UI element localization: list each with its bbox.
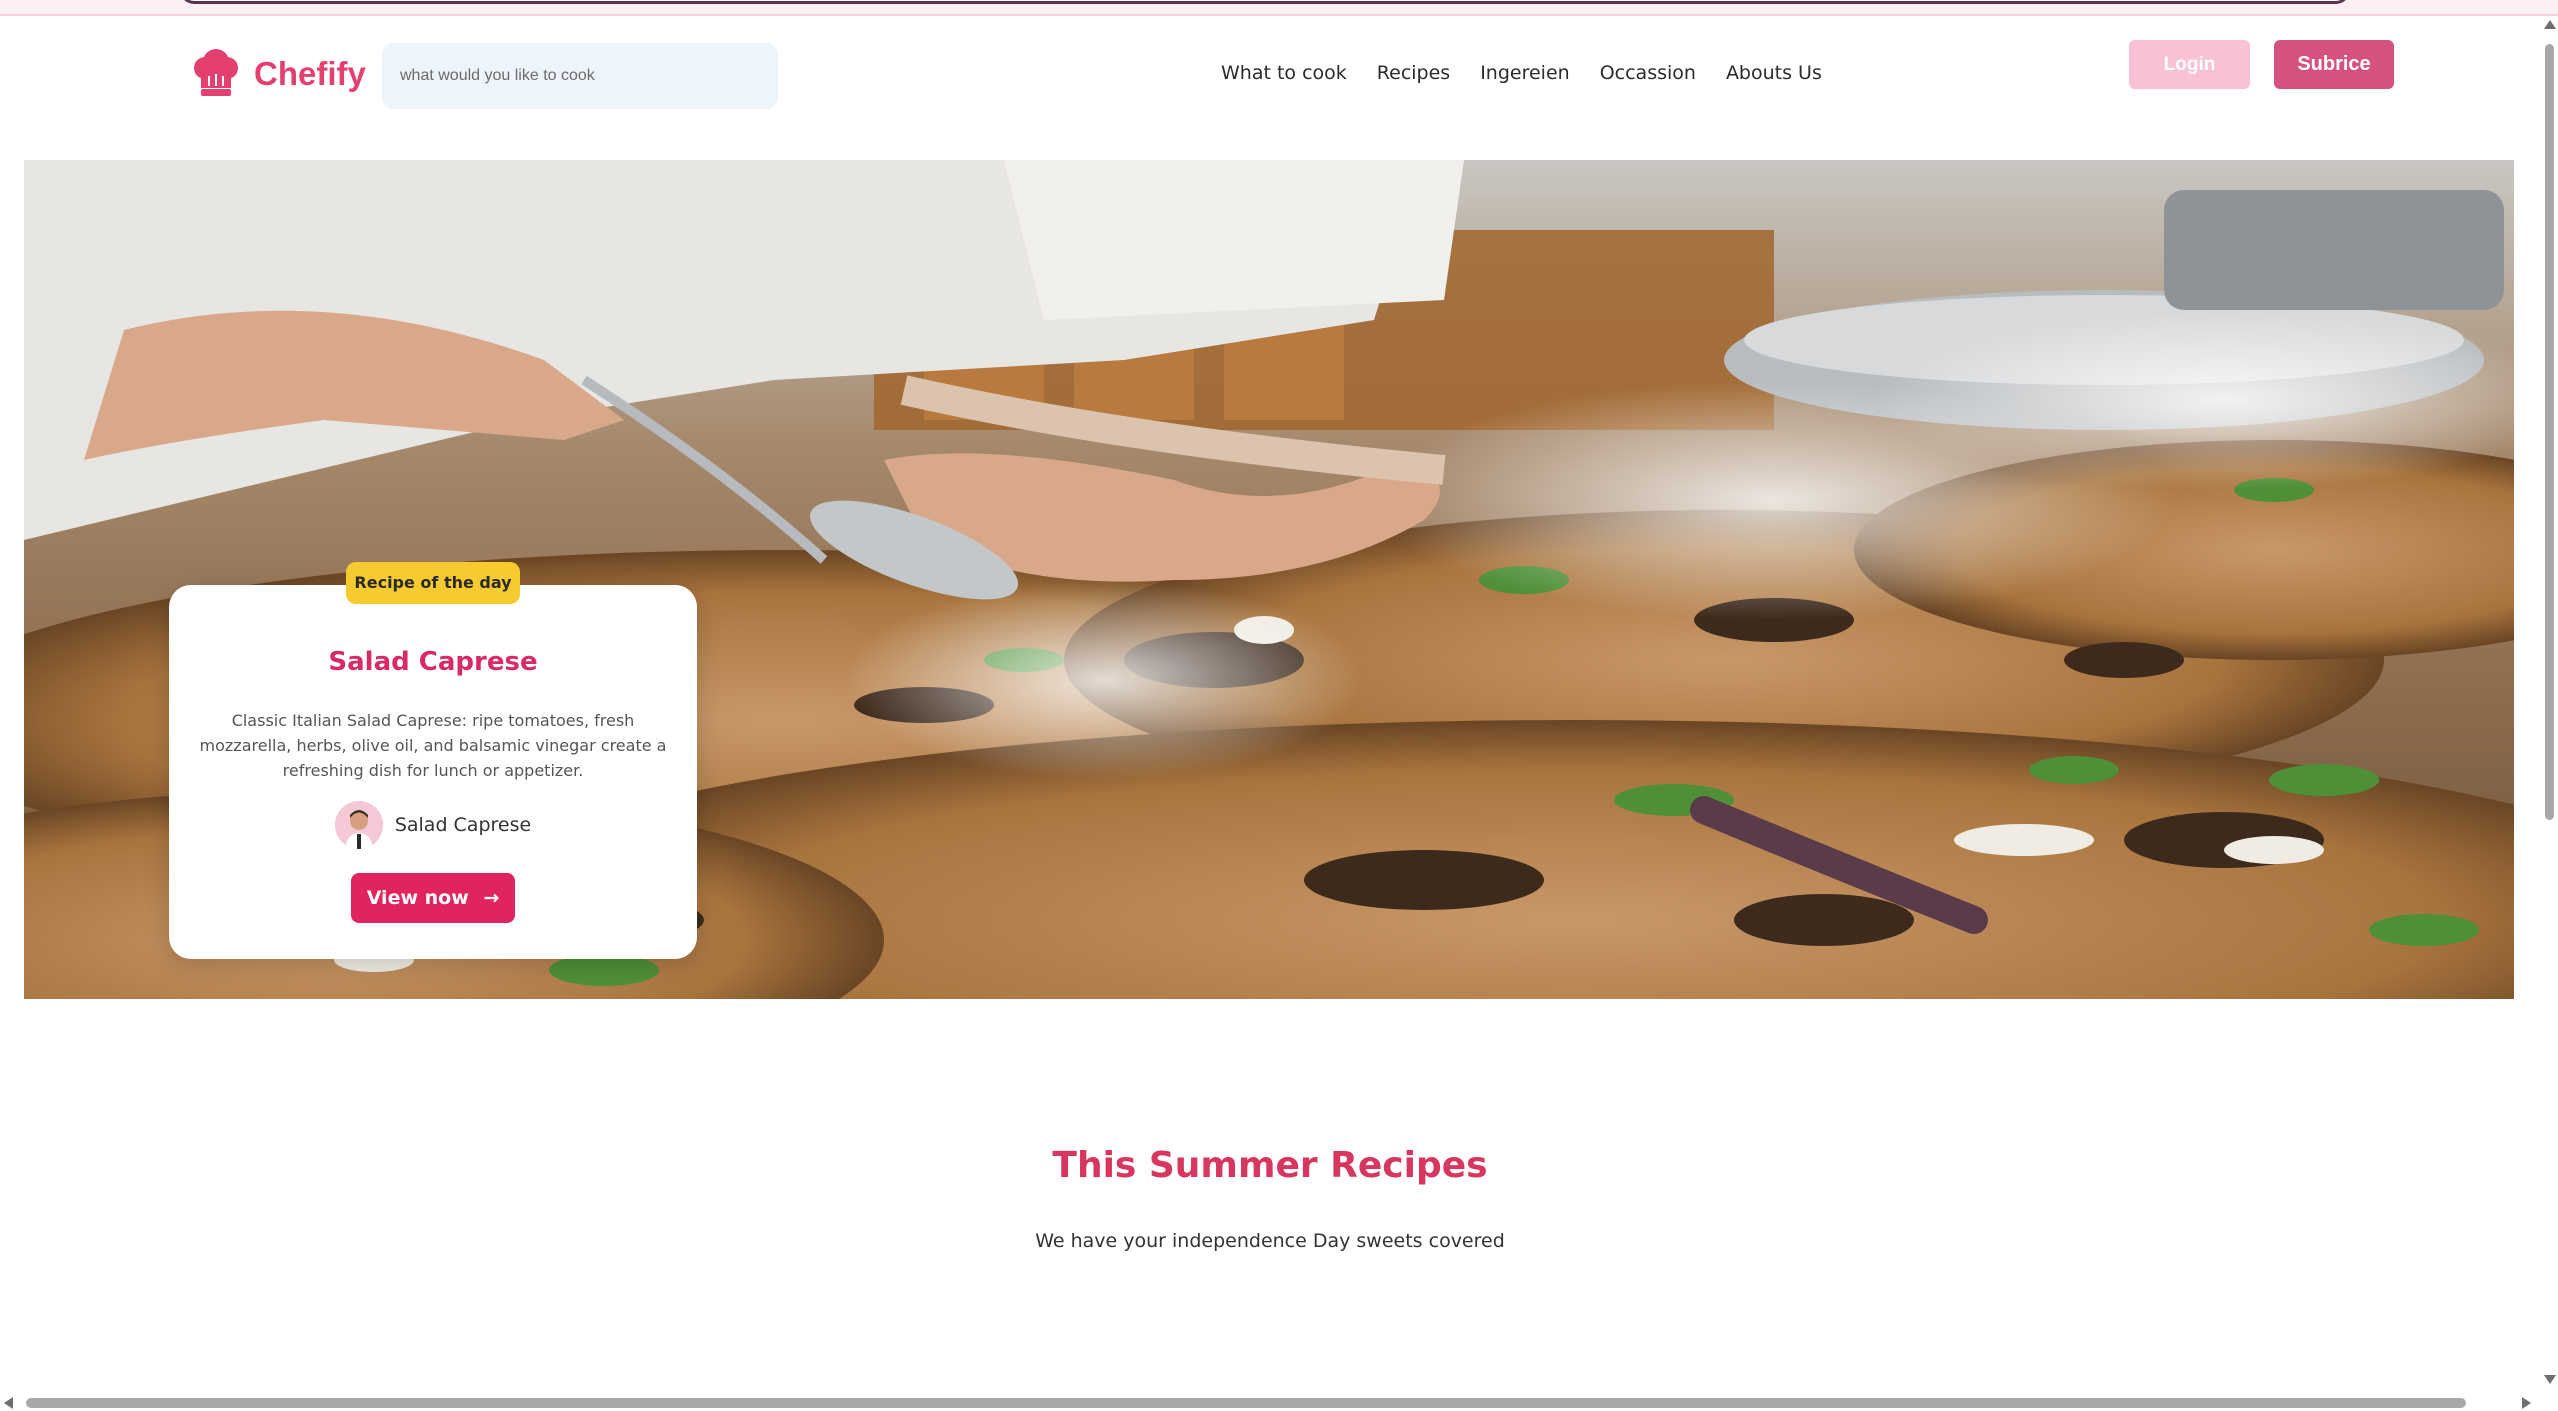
chef-hat-icon (194, 49, 238, 96)
nav-occasion[interactable]: Occassion (1600, 62, 1696, 84)
horizontal-scroll-thumb[interactable] (26, 1398, 2466, 1408)
nav-about-us[interactable]: Abouts Us (1726, 62, 1822, 84)
avatar (334, 801, 383, 849)
top-strip (0, 0, 2558, 16)
login-button[interactable]: Login (2129, 40, 2250, 89)
recipe-author: Salad Caprese (169, 801, 697, 849)
scroll-up-icon[interactable] (2544, 20, 2556, 29)
brand-name: Chefify (254, 55, 366, 92)
view-now-label: View now (366, 887, 469, 909)
scroll-down-icon[interactable] (2544, 1375, 2556, 1384)
subscribe-button[interactable]: Subrice (2274, 40, 2394, 89)
nav-what-to-cook[interactable]: What to cook (1221, 62, 1347, 84)
nav-recipes[interactable]: Recipes (1377, 62, 1450, 84)
arrow-right-icon: → (483, 887, 500, 909)
nav-ingredients[interactable]: Ingereien (1480, 62, 1570, 84)
scroll-right-icon[interactable] (2522, 1397, 2531, 1409)
brand-logo[interactable]: Chefify (190, 48, 366, 100)
scroll-left-icon[interactable] (4, 1397, 13, 1409)
recipe-description: Classic Italian Salad Caprese: ripe toma… (199, 711, 667, 780)
horizontal-scrollbar[interactable] (0, 1393, 2540, 1411)
vertical-scroll-thumb[interactable] (2545, 44, 2554, 820)
section-subtitle: We have your independence Day sweets cov… (1035, 1230, 1505, 1252)
view-now-button[interactable]: View now → (351, 873, 515, 923)
recipe-of-day-card: Recipe of the day Salad Caprese Classic … (169, 562, 697, 959)
vertical-scrollbar[interactable] (2540, 18, 2558, 1393)
user-avatar-icon (334, 801, 383, 849)
author-name: Salad Caprese (394, 814, 532, 836)
section-title: This Summer Recipes (1052, 1145, 1488, 1186)
recipe-of-day-badge: Recipe of the day (346, 562, 520, 604)
top-frame (180, 0, 2350, 4)
search-input[interactable] (382, 43, 778, 109)
recipe-title: Salad Caprese (328, 647, 538, 677)
hero-banner: Recipe of the day Salad Caprese Classic … (24, 160, 2514, 999)
main-nav: What to cook Recipes Ingereien Occassion… (1221, 62, 1822, 84)
site-header: Chefify What to cook Recipes Ingereien O… (0, 18, 2540, 148)
